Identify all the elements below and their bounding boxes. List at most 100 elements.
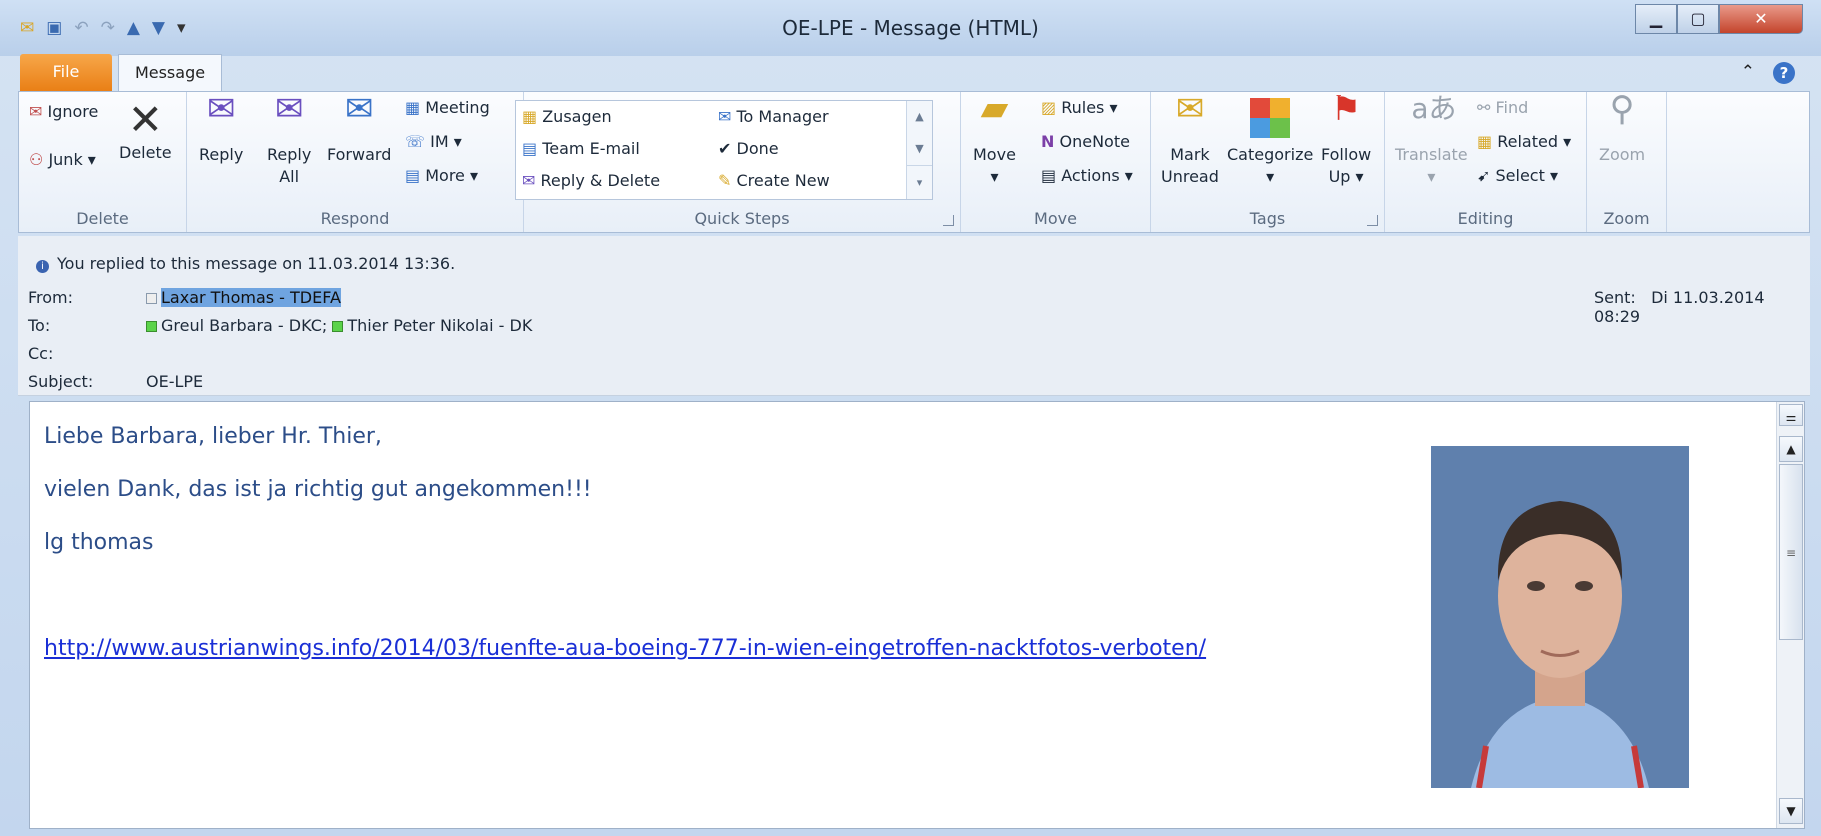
delete-icon: ✕ [127, 95, 163, 144]
respond-group: ✉ Reply ✉ Reply All ✉ Forward ▦ Meeting ☏ IM… [187, 92, 524, 232]
quick-steps-gallery: ▦ Zusagen ▤ Team E-mail ✉ Reply & Delete… [515, 100, 933, 200]
magnifier-icon: ⚲ [1609, 89, 1635, 129]
cursor-icon: ➹ [1477, 166, 1491, 185]
title-bar: ✉ ▣ ↶ ↷ ▲ ▼ ▾ OE-LPE - Message (HTML) ▁ … [0, 0, 1821, 56]
categorize-icon [1250, 98, 1291, 118]
categorize-icon-bottom [1250, 118, 1291, 138]
scroll-down-icon[interactable]: ▼ [907, 133, 932, 165]
reply-all-button[interactable]: ✉ Reply All [267, 89, 311, 188]
editing-group: aあ Translate ▾ ⚯ Find ▦ Related ▾ ➹ Select… [1385, 92, 1587, 232]
reply-icon: ✉ [206, 89, 236, 129]
from-label: From: [28, 288, 74, 307]
body-scrollbar[interactable]: ⚌ ▲ ≡ ▼ [1776, 402, 1804, 828]
collapse-ribbon-icon[interactable]: ⌃ [1741, 62, 1755, 84]
rules-button[interactable]: ▨ Rules ▾ [1041, 98, 1118, 117]
actions-icon: ▤ [1041, 166, 1057, 185]
editing-group-label: Editing [1457, 209, 1514, 228]
translate-button[interactable]: aあ Translate ▾ [1395, 95, 1468, 188]
delete-group-label: Delete [76, 209, 129, 228]
rules-icon: ▨ [1041, 98, 1057, 117]
create-new-icon: ✎ [718, 171, 732, 190]
move-group: ▰ Move ▾ ▨ Rules ▾ N OneNote ▤ Actions ▾ M… [961, 88, 1151, 232]
quick-steps-group-label: Quick Steps [694, 209, 790, 228]
to-recipient-1[interactable]: Greul Barbara - DKC; [161, 316, 327, 335]
junk-icon: ⚇ [29, 150, 44, 169]
to-manager-icon: ✉ [718, 107, 732, 126]
checkmark-icon: ✔ [718, 139, 732, 158]
forward-button[interactable]: ✉ Forward [327, 89, 391, 166]
presence-online-icon [332, 321, 344, 332]
close-icon[interactable]: ✕ [1719, 4, 1803, 34]
help-icon[interactable]: ? [1773, 62, 1795, 84]
cc-label: Cc: [28, 344, 54, 363]
binoculars-icon: ⚯ [1477, 98, 1491, 117]
actions-button[interactable]: ▤ Actions ▾ [1041, 166, 1133, 185]
quick-step-zusagen[interactable]: ▦ Zusagen [522, 107, 612, 126]
tab-message[interactable]: Message [118, 54, 222, 92]
im-icon: ☏ [405, 132, 426, 151]
flag-icon: ⚑ [1330, 89, 1362, 129]
subject-label: Subject: [28, 372, 94, 391]
body-link[interactable]: http://www.austrianwings.info/2014/03/fu… [44, 636, 1206, 661]
select-button[interactable]: ➹ Select ▾ [1477, 166, 1558, 185]
ribbon-tabs: File Message [20, 54, 1810, 92]
follow-up-button[interactable]: ⚑ Follow Up ▾ [1321, 89, 1371, 188]
related-button[interactable]: ▦ Related ▾ [1477, 132, 1571, 151]
find-button[interactable]: ⚯ Find [1477, 98, 1528, 117]
outlook-message-window: ✉ ▣ ↶ ↷ ▲ ▼ ▾ OE-LPE - Message (HTML) ▁ … [0, 0, 1821, 836]
zoom-button[interactable]: ⚲ Zoom [1599, 89, 1645, 166]
more-button[interactable]: ▤ More ▾ [405, 166, 478, 185]
junk-button[interactable]: ⚇ Junk ▾ [29, 150, 96, 169]
quick-step-done[interactable]: ✔ Done [718, 139, 779, 158]
quick-step-team-email[interactable]: ▤ Team E-mail [522, 139, 640, 158]
to-recipient-2[interactable]: Thier Peter Nikolai - DK [347, 316, 532, 335]
split-icon[interactable]: ⚌ [1779, 404, 1803, 426]
more-icon: ▤ [405, 166, 421, 185]
maximize-icon[interactable]: ▢ [1677, 4, 1719, 34]
mark-unread-button[interactable]: ✉ Mark Unread [1161, 89, 1219, 188]
scroll-up-icon[interactable]: ▲ [907, 101, 932, 133]
body-line: vielen Dank, das ist ja richtig gut ange… [44, 477, 592, 502]
reply-button[interactable]: ✉ Reply [199, 89, 243, 166]
move-button[interactable]: ▰ Move ▾ [973, 88, 1016, 188]
zoom-group: ⚲ Zoom Zoom [1587, 92, 1667, 232]
body-signoff: lg thomas [44, 530, 154, 555]
move-group-label: Move [1034, 209, 1077, 228]
sender-photo [1431, 446, 1689, 789]
body-greeting: Liebe Barbara, lieber Hr. Thier, [44, 424, 382, 449]
categorize-button[interactable]: Categorize ▾ [1227, 98, 1313, 188]
tags-launcher-icon[interactable] [1367, 215, 1378, 226]
im-button[interactable]: ☏ IM ▾ [405, 132, 462, 151]
reply-all-icon: ✉ [274, 89, 304, 129]
delete-button[interactable]: ✕ Delete [119, 98, 172, 164]
minimize-icon[interactable]: ▁ [1635, 4, 1677, 34]
delete-group: ✉ Ignore ⚇ Junk ▾ ✕ Delete Delete [19, 92, 187, 232]
expand-gallery-icon[interactable]: ▾ [907, 165, 932, 199]
scroll-down-arrow-icon[interactable]: ▼ [1779, 798, 1803, 824]
mark-unread-icon: ✉ [1175, 89, 1205, 129]
scroll-up-arrow-icon[interactable]: ▲ [1779, 436, 1803, 462]
onenote-button[interactable]: N OneNote [1041, 132, 1130, 151]
scroll-thumb[interactable]: ≡ [1779, 464, 1803, 640]
onenote-icon: N [1041, 132, 1055, 151]
from-sender[interactable]: Laxar Thomas - TDEFA [161, 288, 341, 307]
quick-step-reply-delete[interactable]: ✉ Reply & Delete [522, 171, 660, 190]
window-title: OE-LPE - Message (HTML) [782, 16, 1039, 40]
message-body[interactable]: Liebe Barbara, lieber Hr. Thier, vielen … [29, 401, 1805, 829]
person-portrait-icon [1431, 446, 1689, 789]
meeting-button[interactable]: ▦ Meeting [405, 98, 490, 117]
ignore-icon: ✉ [29, 102, 43, 121]
tab-file[interactable]: File [20, 54, 112, 92]
forward-icon: ✉ [344, 89, 374, 129]
sent-label: Sent: [1594, 288, 1636, 307]
quick-steps-scroller[interactable]: ▲ ▼ ▾ [906, 101, 932, 199]
presence-icon [146, 293, 157, 304]
quick-step-create-new[interactable]: ✎ Create New [718, 171, 830, 190]
move-folder-icon: ▰ [980, 88, 1009, 129]
quick-step-to-manager[interactable]: ✉ To Manager [718, 107, 829, 126]
presence-online-icon [146, 321, 157, 332]
message-header: i You replied to this message on 11.03.20… [18, 236, 1810, 396]
ignore-button[interactable]: ✉ Ignore [29, 102, 98, 121]
quick-steps-launcher-icon[interactable] [943, 215, 954, 226]
calendar-icon: ▦ [522, 107, 538, 126]
